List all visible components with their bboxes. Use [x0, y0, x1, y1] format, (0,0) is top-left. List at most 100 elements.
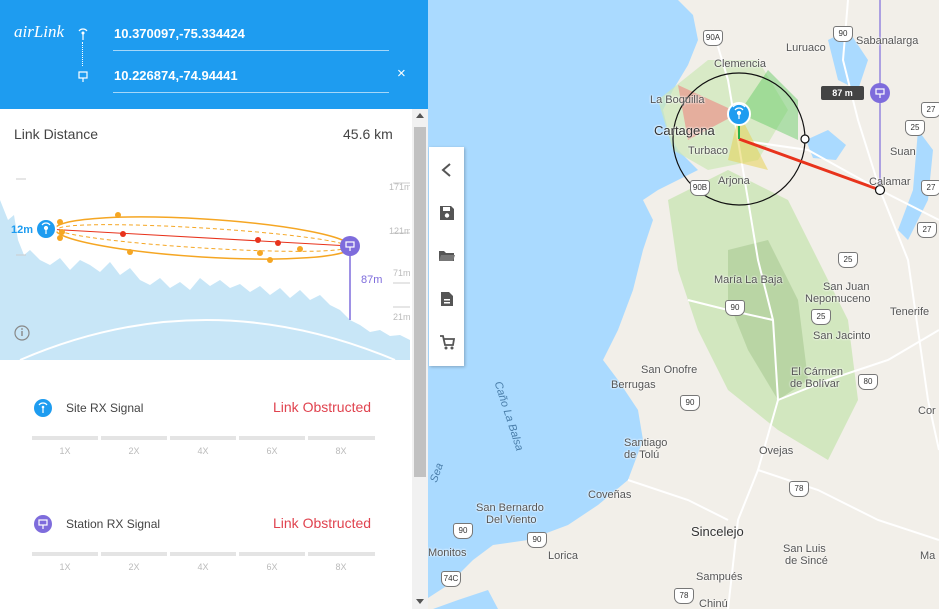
- place-label: Monitos: [428, 547, 467, 559]
- folder-open-icon: [438, 251, 455, 261]
- scale-label: 4X: [197, 446, 209, 456]
- station-coordinates-input[interactable]: 10.226874,-74.94441: [114, 68, 238, 83]
- place-label: Clemencia: [714, 58, 766, 70]
- link-panel: airLink 10.370097,-75.334424 10.226874,-…: [0, 0, 428, 609]
- road-shield: 27: [917, 222, 937, 238]
- link-connector: [82, 42, 83, 66]
- place-label: Ovejas: [759, 445, 794, 457]
- collapse-panel-button[interactable]: [429, 150, 464, 190]
- coverage-radius-handle[interactable]: [800, 134, 810, 144]
- station-marker[interactable]: [340, 236, 360, 256]
- scale-segment: [101, 552, 167, 556]
- station-coordinates-underline: [113, 92, 389, 93]
- document-icon: [440, 292, 453, 306]
- place-label: Turbaco: [688, 145, 728, 157]
- scroll-down-arrow-icon[interactable]: [416, 599, 424, 604]
- height-tick-label: 171m: [389, 182, 410, 192]
- road-shield: 78: [789, 481, 809, 497]
- cart-button[interactable]: [429, 322, 464, 362]
- road-shield: 27: [921, 180, 939, 196]
- place-label: de Bolívar: [790, 378, 840, 390]
- scale-label: 6X: [266, 446, 278, 456]
- cart-icon: [439, 335, 455, 350]
- place-label: San Juan: [823, 281, 870, 293]
- place-label: Nepomuceno: [805, 293, 871, 305]
- place-label: Chinú: [699, 598, 728, 609]
- place-label: Cartagena: [654, 123, 715, 138]
- height-tick-label: 71m: [393, 268, 410, 278]
- station-height-label: 87m: [361, 274, 382, 286]
- road-shield: 78: [674, 588, 694, 604]
- map-view[interactable]: 87 m Luruaco Sabanalarga Clemencia La Bo…: [428, 0, 939, 609]
- site-rx-status: Link Obstructed: [273, 399, 372, 415]
- station-height-tag: 87 m: [821, 86, 864, 100]
- report-button[interactable]: [429, 279, 464, 319]
- site-antenna-icon: [78, 28, 88, 40]
- panel-scrollbar[interactable]: [412, 109, 428, 609]
- road-shield: 25: [905, 120, 925, 136]
- site-coordinates-underline: [113, 50, 389, 51]
- save-button[interactable]: [429, 193, 464, 233]
- road-shield: 90: [527, 532, 547, 548]
- place-label: Sincelejo: [691, 524, 744, 539]
- scale-segment: [239, 552, 305, 556]
- scale-segment: [32, 436, 98, 440]
- scroll-up-arrow-icon[interactable]: [416, 113, 424, 118]
- station-pin[interactable]: [870, 83, 890, 103]
- road-shield: 80: [858, 374, 878, 390]
- scale-label: 8X: [335, 562, 347, 572]
- place-label: Arjona: [718, 175, 750, 187]
- chevron-left-icon: [440, 163, 451, 177]
- site-rx-scale: [32, 436, 375, 440]
- open-button[interactable]: [429, 236, 464, 276]
- place-label: de Tolú: [624, 449, 660, 461]
- road-shield: 90: [453, 523, 473, 539]
- scale-segment: [32, 552, 98, 556]
- elevation-profile[interactable]: 171m 121m 71m 21m 12m 87m: [0, 160, 412, 361]
- road-shield: 90: [680, 395, 700, 411]
- app: 87 m Luruaco Sabanalarga Clemencia La Bo…: [0, 0, 939, 609]
- scale-label: 4X: [197, 562, 209, 572]
- scrollbar-thumb[interactable]: [414, 127, 426, 477]
- station-radio-icon: [78, 71, 88, 82]
- scale-label: 6X: [266, 562, 278, 572]
- place-label: Lorica: [548, 550, 578, 562]
- scale-label: 8X: [335, 446, 347, 456]
- place-label: San Jacinto: [813, 330, 871, 342]
- scale-segment: [308, 436, 375, 440]
- road-shield: 25: [811, 309, 831, 325]
- station-rx-scale: [32, 552, 375, 556]
- save-icon: [439, 206, 454, 220]
- link-distance-label: Link Distance: [14, 126, 99, 142]
- road-shield: 90: [725, 300, 745, 316]
- place-label: Coveñas: [588, 489, 632, 501]
- place-label: Cor: [918, 405, 936, 417]
- link-distance-value: 45.6 km: [343, 126, 393, 142]
- clear-link-button[interactable]: ×: [397, 66, 406, 82]
- place-label: Ma: [920, 550, 936, 562]
- place-label: El Cármen: [791, 366, 843, 378]
- road-shield: 90B: [690, 180, 710, 196]
- place-label: San Onofre: [641, 364, 698, 376]
- map-toolbar: [429, 147, 464, 366]
- station-radio-icon: [34, 515, 52, 533]
- site-antenna-icon: [34, 399, 52, 417]
- road-shield: 90: [833, 26, 853, 42]
- road-shield: 27: [921, 102, 939, 118]
- place-label: Del Viento: [486, 514, 537, 526]
- place-label: de Sincé: [785, 555, 828, 567]
- road-shield: 25: [838, 252, 858, 268]
- scale-label: 2X: [128, 562, 140, 572]
- place-label: Sampués: [696, 571, 743, 583]
- site-rx-signal-label: Site RX Signal: [66, 401, 144, 415]
- height-tick-label: 21m: [393, 312, 410, 322]
- place-label: La Boquilla: [650, 94, 705, 106]
- height-tick-label: 121m: [389, 226, 410, 236]
- place-label: San Luis: [783, 543, 826, 555]
- road-shield: 90A: [703, 30, 723, 46]
- site-coordinates-input[interactable]: 10.370097,-75.334424: [114, 26, 245, 41]
- place-label: Suan: [890, 146, 916, 158]
- scale-label: 1X: [59, 562, 71, 572]
- scale-segment: [170, 436, 236, 440]
- scale-label: 1X: [59, 446, 71, 456]
